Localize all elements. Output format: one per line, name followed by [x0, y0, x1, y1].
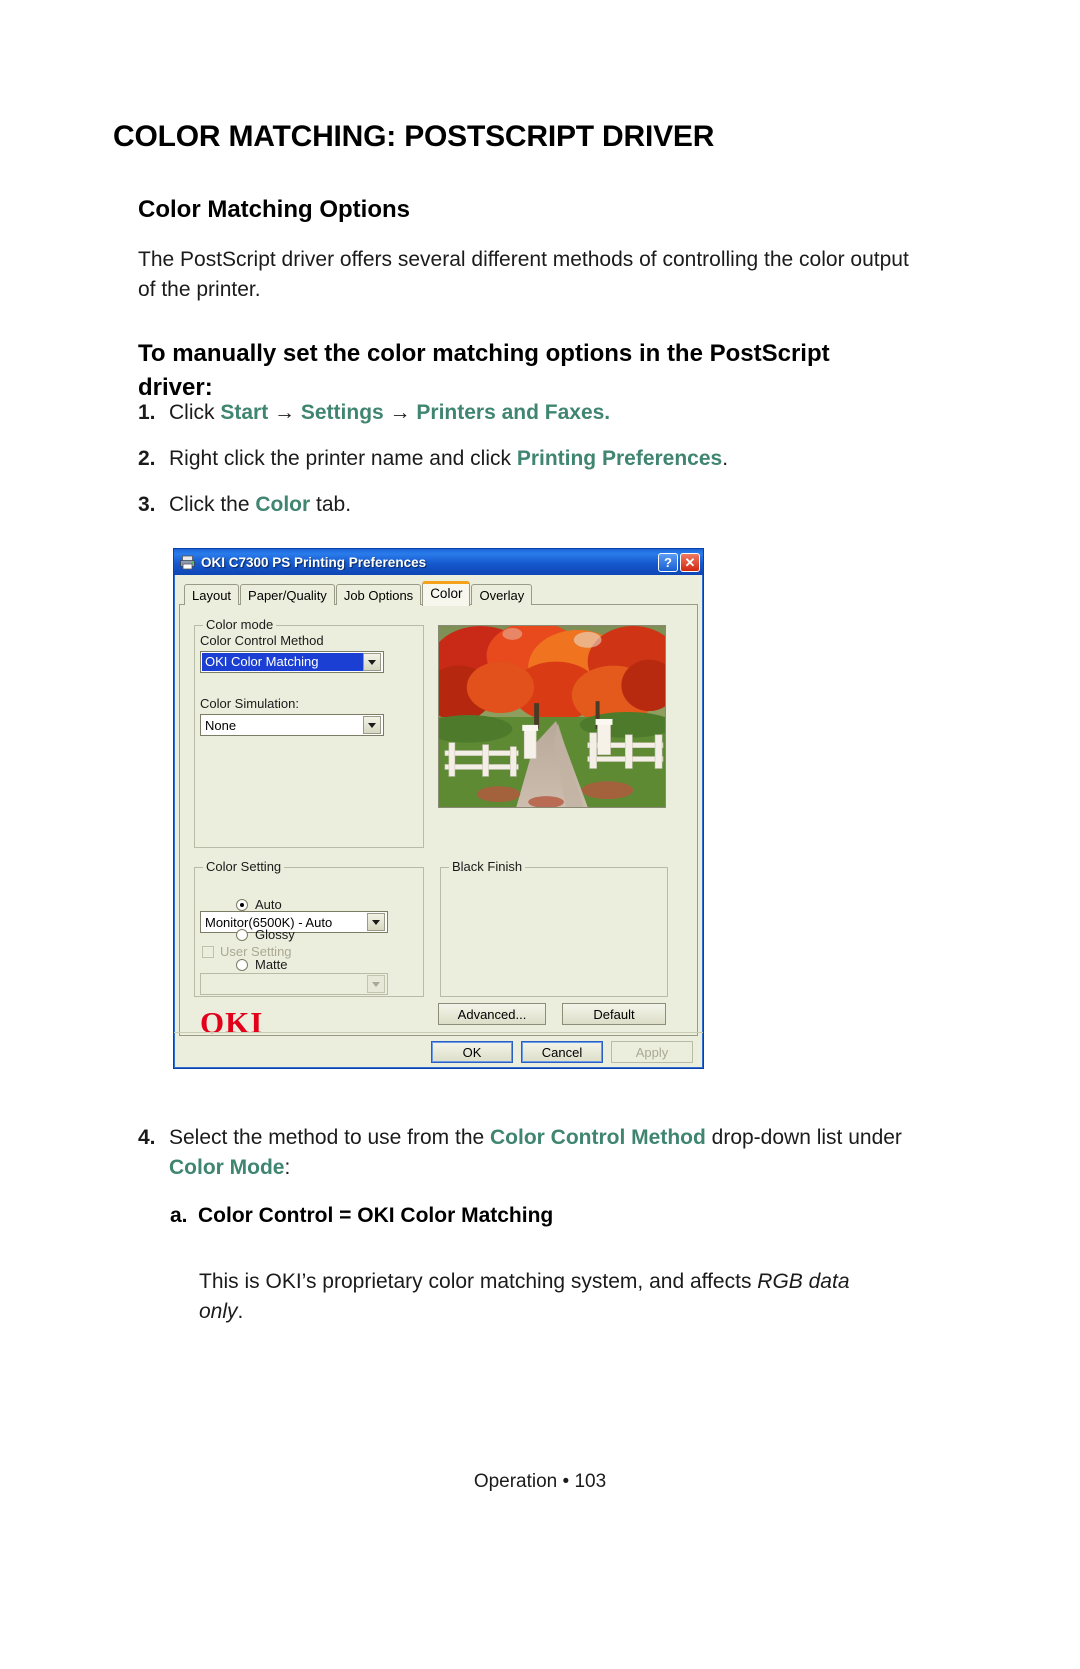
step-2-pre: Right click the printer name and click	[169, 447, 517, 470]
step-4-link-color-control-method: Color Control Method	[490, 1126, 706, 1149]
step-3-link-color: Color	[255, 493, 311, 516]
color-simulation-dropdown[interactable]: None	[200, 714, 384, 736]
step-2-number: 2.	[138, 447, 156, 470]
chevron-down-icon[interactable]	[367, 913, 385, 931]
step-3-post: tab.	[310, 493, 352, 516]
tab-paper-quality[interactable]: Paper/Quality	[240, 584, 335, 605]
step-1-arrow-2: →	[383, 401, 417, 424]
color-control-method-value: OKI Color Matching	[202, 653, 363, 671]
procedure-heading: To manually set the color matching optio…	[138, 339, 830, 401]
apply-button: Apply	[611, 1041, 693, 1063]
step-2-text: Right click the printer name and click P…	[169, 444, 918, 474]
tab-color[interactable]: Color	[422, 581, 471, 606]
substep-a-description-plain: This is OKI’s proprietary color matching…	[199, 1270, 758, 1293]
step-4-mid: drop-down list under	[705, 1126, 902, 1149]
step-3-pre: Click the	[169, 493, 256, 516]
radio-black-finish-glossy[interactable]: Glossy	[236, 927, 295, 942]
step-1-arrow-1: →	[268, 401, 301, 424]
tab-overlay[interactable]: Overlay	[471, 584, 533, 605]
step-3-number: 3.	[138, 493, 156, 516]
chevron-down-icon	[367, 975, 385, 993]
step-1-link-start: Start	[220, 401, 269, 424]
radio-black-finish-auto[interactable]: Auto	[236, 897, 282, 912]
titlebar-buttons: ? ✕	[658, 552, 700, 572]
color-simulation-value: None	[205, 717, 237, 733]
page-title: COLOR MATCHING: POSTSCRIPT DRIVER	[113, 120, 715, 154]
step-1-pre: Click	[169, 401, 221, 424]
label-color-control-method: Color Control Method	[200, 633, 324, 648]
cancel-button[interactable]: Cancel	[521, 1041, 603, 1063]
step-4-link-color-mode: Color Mode	[169, 1156, 285, 1179]
group-color-setting-legend: Color Setting	[203, 859, 285, 874]
radio-matte-label: Matte	[255, 957, 288, 972]
substep-a-letter: a.	[170, 1204, 188, 1227]
tab-panel-color: Color mode Color Control Method OKI Colo…	[179, 604, 698, 1040]
step-4-text: Select the method to use from the Color …	[169, 1123, 918, 1183]
label-color-simulation: Color Simulation:	[200, 696, 299, 711]
print-preview-image	[438, 625, 666, 808]
step-1: 1. Click Start → Settings → Printers and…	[138, 398, 918, 428]
step-2: 2. Right click the printer name and clic…	[138, 444, 918, 474]
radio-black-finish-matte[interactable]: Matte	[236, 957, 288, 972]
default-button[interactable]: Default	[562, 1003, 666, 1025]
help-icon[interactable]: ?	[658, 552, 678, 572]
substep-a-description-end: .	[237, 1300, 244, 1323]
step-4-number: 4.	[138, 1126, 156, 1149]
radio-unselected-icon[interactable]	[236, 928, 248, 941]
step-3-text: Click the Color tab.	[169, 490, 918, 520]
radio-auto-label: Auto	[255, 897, 282, 912]
substep-a-description: This is OKI’s proprietary color matching…	[199, 1267, 899, 1327]
tab-layout[interactable]: Layout	[184, 584, 240, 605]
step-1-link-printers-and-faxes: Printers and Faxes.	[416, 401, 611, 424]
step-1-text: Click Start → Settings → Printers and Fa…	[169, 398, 918, 428]
chevron-down-icon[interactable]	[363, 653, 381, 671]
tab-job-options[interactable]: Job Options	[335, 584, 422, 605]
group-black-finish-legend: Black Finish	[449, 859, 526, 874]
advanced-button[interactable]: Advanced...	[438, 1003, 546, 1025]
tab-strip: Layout Paper/Quality Job Options Color O…	[179, 581, 698, 606]
step-3: 3. Click the Color tab.	[138, 490, 918, 520]
dialog-titlebar[interactable]: OKI C7300 PS Printing Preferences ? ✕	[174, 549, 703, 575]
step-4-pre: Select the method to use from the	[169, 1126, 491, 1149]
ok-button[interactable]: OK	[431, 1041, 513, 1063]
step-1-number: 1.	[138, 401, 156, 424]
dialog-body: Layout Paper/Quality Job Options Color O…	[174, 575, 703, 1068]
step-4-post: :	[284, 1156, 291, 1179]
step-4: 4. Select the method to use from the Col…	[138, 1123, 918, 1183]
step-1-link-settings: Settings	[300, 401, 384, 424]
group-black-finish: Black Finish	[440, 859, 668, 997]
page-footer: Operation • 103	[473, 1471, 607, 1492]
substep-a-label: Color Control = OKI Color Matching	[198, 1204, 554, 1227]
dialog-action-bar: OK Cancel Apply	[174, 1032, 703, 1066]
printer-icon	[179, 554, 196, 571]
color-control-method-dropdown[interactable]: OKI Color Matching	[200, 651, 384, 673]
substep-a: a. Color Control = OKI Color Matching	[170, 1201, 910, 1231]
step-2-post: .	[722, 447, 729, 470]
checkbox-icon[interactable]	[202, 945, 214, 958]
radio-glossy-label: Glossy	[255, 927, 295, 942]
step-2-link-printing-preferences: Printing Preferences	[516, 447, 723, 470]
printing-preferences-dialog: OKI C7300 PS Printing Preferences ? ✕ La…	[173, 548, 704, 1069]
radio-unselected-icon[interactable]	[236, 958, 248, 971]
document-page: COLOR MATCHING: POSTSCRIPT DRIVER Color …	[0, 0, 1080, 1669]
radio-selected-icon[interactable]	[236, 898, 248, 911]
section-heading-color-matching-options: Color Matching Options	[138, 195, 410, 223]
dialog-title: OKI C7300 PS Printing Preferences	[201, 554, 427, 570]
user-setting-dropdown	[200, 973, 388, 995]
group-color-mode-legend: Color mode	[203, 617, 277, 632]
intro-paragraph: The PostScript driver offers several dif…	[138, 248, 909, 301]
chevron-down-icon[interactable]	[363, 716, 381, 734]
close-icon[interactable]: ✕	[680, 552, 700, 572]
